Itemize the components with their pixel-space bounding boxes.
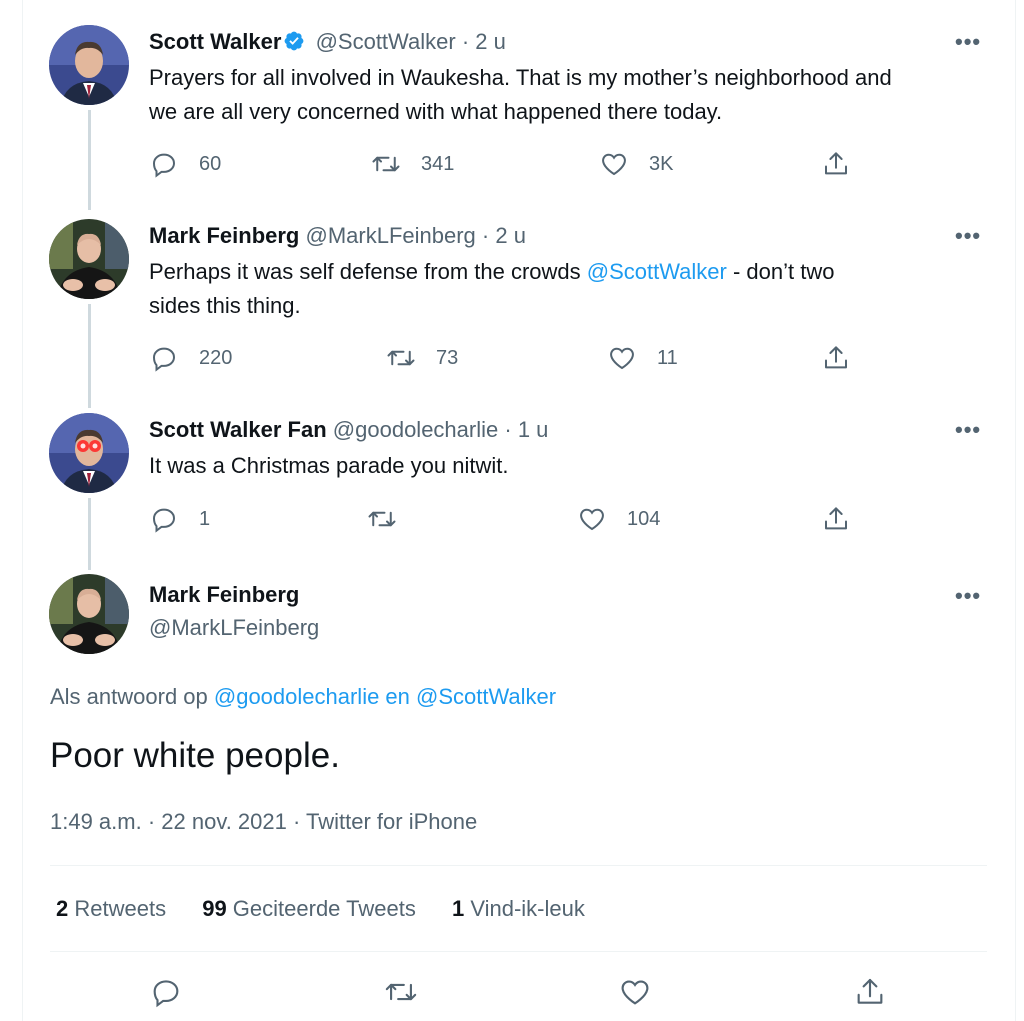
avatar-mark-feinberg[interactable]	[49, 574, 129, 654]
tweet-text-line: It was a Christmas parade you nitwit.	[149, 453, 509, 478]
stat-likes[interactable]: 1 Vind-ik-leuk	[452, 895, 585, 923]
main-author-name[interactable]: Mark Feinberg	[149, 581, 299, 609]
reply-button[interactable]: 1	[149, 504, 210, 534]
heart-icon	[580, 508, 604, 531]
author-name[interactable]: Scott Walker Fan	[149, 417, 327, 442]
thread-line	[88, 304, 91, 408]
timestamp[interactable]: 1 u	[518, 417, 549, 442]
tweet-header: Mark Feinberg @MarkLFeinberg · 2 u	[149, 222, 526, 250]
reply-count: 220	[199, 346, 233, 369]
thread-line	[88, 498, 91, 570]
replying-to-label: Als antwoord op	[50, 684, 214, 709]
author-handle[interactable]: @goodolecharlie	[333, 417, 498, 442]
retweet-button[interactable]: 73	[386, 343, 458, 373]
heart-icon	[602, 153, 626, 176]
avatar-mark-feinberg[interactable]	[49, 219, 129, 299]
verified-badge-icon	[285, 31, 304, 51]
reply-button[interactable]: 220	[149, 343, 232, 373]
retweet-button[interactable]	[367, 504, 397, 534]
divider	[50, 951, 987, 952]
main-tweet-text: Poor white people.	[50, 736, 340, 775]
more-options-icon[interactable]: •••	[955, 585, 981, 607]
stat-number: 1	[451, 896, 465, 921]
reply-icon	[152, 347, 176, 372]
timestamp[interactable]: 2 u	[495, 223, 526, 248]
like-button[interactable]	[618, 975, 652, 1009]
share-icon	[857, 978, 883, 1004]
heart-icon	[610, 347, 634, 370]
retweet-icon	[372, 156, 400, 172]
reply-count: 60	[199, 152, 222, 175]
separator: ·	[481, 223, 490, 248]
tweet-text-part: - don’t two	[726, 259, 835, 284]
author-handle[interactable]: @MarkLFeinberg	[306, 223, 476, 248]
separator: ·	[461, 29, 470, 54]
share-button[interactable]	[821, 504, 851, 534]
author-name[interactable]: Scott Walker	[149, 29, 281, 54]
share-button[interactable]	[853, 975, 887, 1009]
stat-number: 2	[56, 896, 69, 921]
share-button[interactable]	[821, 343, 851, 373]
retweet-icon	[387, 350, 415, 366]
tweet-header: Scott Walker Fan @goodolecharlie · 1 u	[149, 416, 548, 444]
replying-to: Als antwoord op @goodolecharlie en @Scot…	[50, 683, 556, 711]
stat-number: 99	[202, 896, 227, 921]
thread-line	[88, 110, 91, 210]
tweet-text-part: Perhaps it was self defense from the cro…	[149, 259, 587, 284]
replying-to-mentions[interactable]: @goodolecharlie en @ScottWalker	[214, 684, 556, 709]
like-button[interactable]: 11	[607, 343, 678, 373]
like-count: 104	[627, 507, 661, 530]
retweet-icon	[368, 511, 396, 527]
stat-label: Vind-ik-leuk	[464, 896, 585, 921]
reply-button[interactable]: 60	[149, 149, 221, 179]
share-button[interactable]	[821, 149, 851, 179]
timestamp[interactable]: 2 u	[475, 29, 506, 54]
tweet-timestamp-source[interactable]: 1:49 a.m. · 22 nov. 2021 · Twitter for i…	[50, 808, 477, 836]
share-icon	[825, 507, 847, 530]
reply-count: 1	[199, 507, 211, 530]
mention-link[interactable]: @ScottWalker	[587, 259, 727, 284]
reply-icon	[152, 153, 176, 178]
retweet-count: 73	[436, 346, 459, 369]
retweet-count: 341	[421, 152, 455, 175]
engagement-stats: 2 Retweets 99 Geciteerde Tweets 1 Vind-i…	[56, 895, 615, 923]
share-icon	[825, 346, 847, 369]
retweet-button[interactable]: 341	[371, 149, 454, 179]
share-icon	[825, 152, 847, 175]
tweet-text: It was a Christmas parade you nitwit.	[149, 449, 999, 483]
avatar-scott-walker[interactable]	[49, 25, 129, 105]
tweet-text: Perhaps it was self defense from the cro…	[149, 255, 999, 323]
author-handle[interactable]: @ScottWalker	[316, 29, 456, 54]
author-name[interactable]: Mark Feinberg	[149, 223, 299, 248]
heart-icon	[621, 980, 649, 1005]
main-author-handle[interactable]: @MarkLFeinberg	[149, 614, 319, 642]
like-button[interactable]: 3K	[599, 149, 673, 179]
reply-button[interactable]	[149, 975, 183, 1009]
retweet-button[interactable]	[384, 975, 418, 1009]
divider	[50, 865, 987, 866]
tweet-text-line: Prayers for all involved in Waukesha. Th…	[149, 65, 892, 90]
stat-quote-tweets[interactable]: 99 Geciteerde Tweets	[202, 895, 416, 923]
reply-icon	[153, 980, 179, 1008]
avatar-scott-walker-fan[interactable]	[49, 413, 129, 493]
stat-label: Retweets	[68, 896, 167, 921]
reply-icon	[152, 508, 176, 533]
tweet-header: Scott Walker @ScottWalker · 2 u	[149, 28, 506, 56]
retweet-icon	[385, 983, 417, 1001]
more-options-icon[interactable]: •••	[955, 31, 981, 53]
tweet-text-line: we are all very concerned with what happ…	[149, 99, 723, 124]
tweet-text-line: Perhaps it was self defense from the cro…	[149, 255, 999, 289]
tweet-text: Prayers for all involved in Waukesha. Th…	[149, 61, 999, 129]
like-count: 11	[657, 346, 678, 369]
more-options-icon[interactable]: •••	[955, 225, 981, 247]
stat-retweets[interactable]: 2 Retweets	[56, 895, 166, 923]
like-count: 3K	[649, 152, 674, 175]
tweet-text-line: sides this thing.	[149, 293, 301, 318]
like-button[interactable]: 104	[577, 504, 660, 534]
separator: ·	[504, 417, 512, 442]
stat-label: Geciteerde Tweets	[226, 896, 416, 921]
more-options-icon[interactable]: •••	[955, 419, 981, 441]
